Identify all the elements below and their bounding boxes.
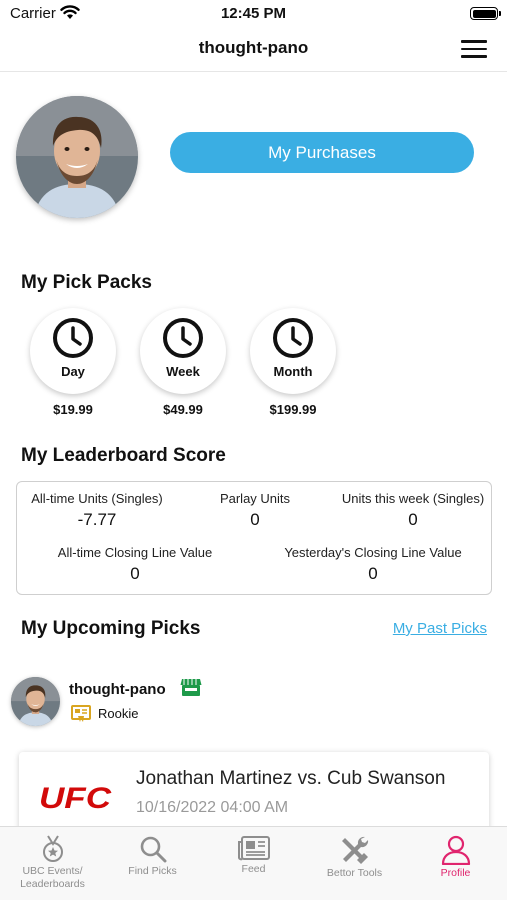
my-purchases-button[interactable]: My Purchases [170,132,474,173]
tab-ubc-events[interactable]: UBC Events/ Leaderboards [2,827,103,900]
nav-bar: thought-pano [0,28,507,72]
rank-badge-icon [71,705,91,722]
tab-find-picks[interactable]: Find Picks [102,827,203,900]
battery-icon [470,7,501,20]
pick-pack-price: $199.99 [269,402,317,417]
pick-packs-title: My Pick Packs [21,272,152,293]
tab-feed[interactable]: Feed [203,827,304,900]
pick-pack-label: Week [166,364,200,379]
pick-pack-week[interactable]: Week $49.99 [140,308,228,417]
matchup-title: Jonathan Martinez vs. Cub Swanson [136,768,446,789]
clock-icon [163,318,203,358]
pick-pack-month[interactable]: Month $199.99 [250,308,338,417]
tab-bar: UBC Events/ Leaderboards Find Picks Feed… [0,826,507,900]
stat-label: Units this week (Singles) [341,491,485,506]
pick-pack-day-button[interactable]: Day [30,308,116,394]
stat-label: All-time Units (Singles) [31,491,163,506]
tab-profile[interactable]: Profile [405,827,506,900]
clock-icon [273,318,313,358]
search-icon [140,836,166,863]
alltime-units-stat: All-time Units (Singles) -7.77 [21,491,173,530]
tab-label: Profile [440,867,471,879]
pick-date: 10/16/2022 04:00 AM [136,799,289,816]
newspaper-icon [237,836,270,861]
pick-pack-label: Month [273,364,313,379]
rank-label: Rookie [98,706,139,721]
yesterday-clv-stat: Yesterday's Closing Line Value 0 [275,545,471,584]
tab-label: Feed [241,863,266,875]
stat-value: 0 [130,564,140,583]
stat-value: 0 [408,510,418,529]
username-label[interactable]: thought-pano [69,681,166,698]
store-badge-icon [180,679,202,696]
clock-icon [53,318,93,358]
profile-icon [441,835,470,865]
status-bar: Carrier 12:45 PM [0,0,507,28]
stat-value: 0 [368,564,378,583]
profile-avatar[interactable] [16,96,138,218]
leaderboard-title: My Leaderboard Score [21,445,226,466]
stat-value: 0 [250,510,260,529]
tab-bettor-tools[interactable]: Bettor Tools [304,827,405,900]
tab-label: UBC Events/ [22,865,83,877]
tab-label: Find Picks [128,865,177,877]
tab-label: Leaderboards [20,878,85,890]
upcoming-picks-title: My Upcoming Picks [21,618,201,639]
pick-pack-price: $49.99 [163,402,203,417]
stat-label: Yesterday's Closing Line Value [284,545,462,560]
tab-label: Bettor Tools [326,867,383,879]
pick-pack-month-button[interactable]: Month [250,308,336,394]
medal-icon [42,835,63,862]
pick-pack-week-button[interactable]: Week [140,308,226,394]
svg-text:UFC: UFC [39,782,113,812]
stat-label: All-time Closing Line Value [57,545,213,560]
user-avatar[interactable] [11,677,60,726]
tools-icon [341,836,368,864]
parlay-units-stat: Parlay Units 0 [195,491,315,530]
stat-value: -7.77 [77,510,117,529]
status-time: 12:45 PM [220,5,287,22]
pick-pack-day[interactable]: Day $19.99 [30,308,118,417]
pick-pack-price: $19.99 [53,402,93,417]
alltime-clv-stat: All-time Closing Line Value 0 [45,545,225,584]
stat-label: Parlay Units [219,491,291,506]
pick-pack-label: Day [61,364,85,379]
week-units-stat: Units this week (Singles) 0 [337,491,489,530]
past-picks-link[interactable]: My Past Picks [393,620,487,637]
page-title: thought-pano [198,38,309,57]
hamburger-menu-icon[interactable] [461,40,487,58]
ufc-logo: UFC [39,782,113,812]
leaderboard-score-box: All-time Units (Singles) -7.77 Parlay Un… [16,481,492,595]
